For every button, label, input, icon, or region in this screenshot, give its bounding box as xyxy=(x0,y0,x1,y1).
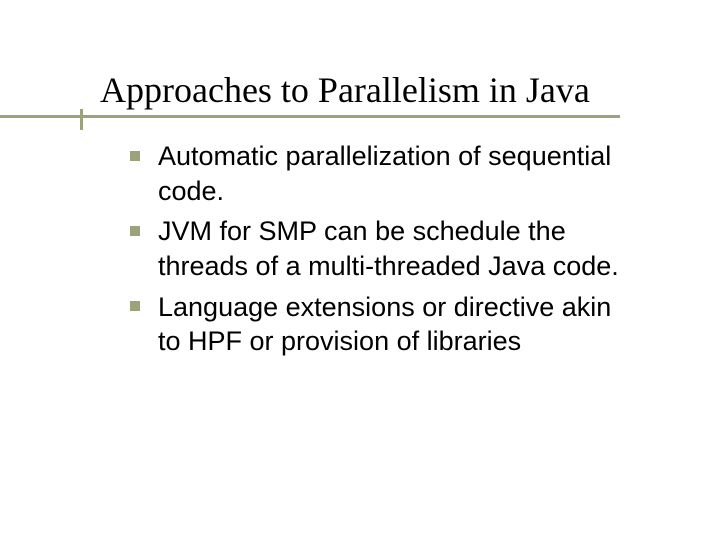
title-tick xyxy=(80,109,83,130)
bullet-item: Language extensions or directive akin to… xyxy=(130,290,630,359)
bullet-item: Automatic parallelization of sequential … xyxy=(130,139,630,208)
title-area: Approaches to Parallelism in Java xyxy=(100,70,660,111)
title-underline xyxy=(0,115,620,118)
slide-title: Approaches to Parallelism in Java xyxy=(100,70,660,111)
bullet-item: JVM for SMP can be schedule the threads … xyxy=(130,214,630,283)
slide: Approaches to Parallelism in Java Automa… xyxy=(0,0,720,540)
bullet-list: Automatic parallelization of sequential … xyxy=(100,139,660,358)
